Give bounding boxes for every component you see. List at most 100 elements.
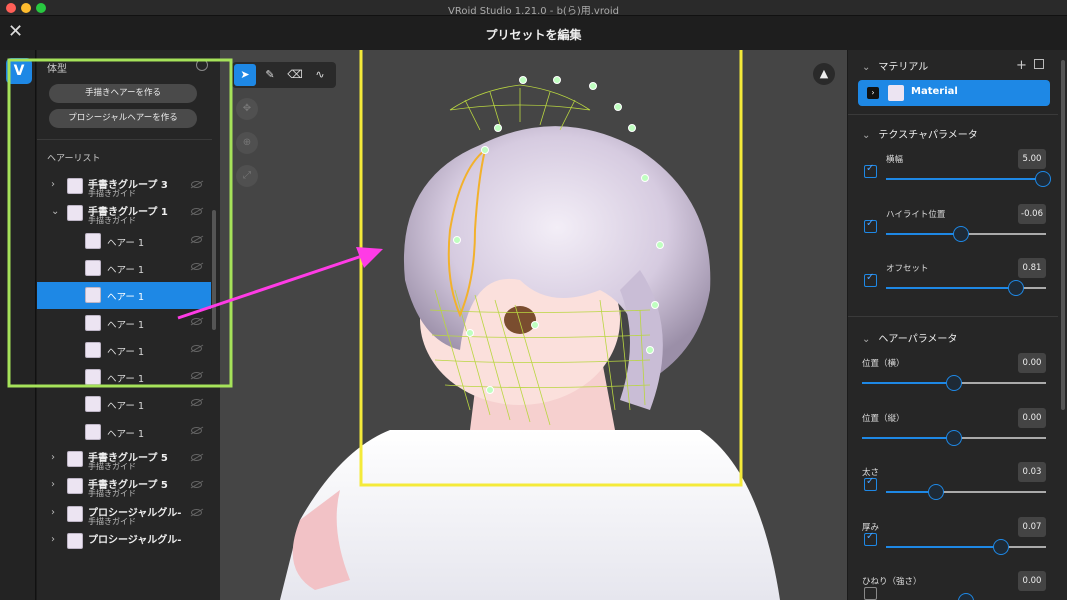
hair-group-row[interactable]: › 手書きグループ 3 手描きガイド: [37, 173, 211, 200]
param-value-field[interactable]: 0.03: [1018, 462, 1046, 482]
hair-section-header[interactable]: ⌄ ヘアーパラメータ: [862, 330, 957, 345]
visibility-icon[interactable]: [191, 481, 202, 489]
vroid-logo-icon[interactable]: V: [6, 58, 32, 84]
visibility-icon[interactable]: [191, 317, 202, 325]
param-value-field[interactable]: 0.07: [1018, 516, 1046, 537]
color-swatch: [67, 178, 83, 194]
visibility-icon[interactable]: [191, 454, 202, 461]
color-swatch: [85, 369, 101, 386]
hair-row[interactable]: ヘアー 1: [37, 419, 211, 446]
slider-knob[interactable]: [946, 429, 962, 446]
curve-tool-icon[interactable]: ∿: [309, 64, 331, 86]
param-value-field[interactable]: 0.81: [1018, 258, 1046, 278]
visibility-icon[interactable]: [191, 181, 202, 188]
visibility-icon[interactable]: [191, 399, 202, 407]
visibility-icon[interactable]: [191, 508, 202, 516]
slider-knob[interactable]: [1007, 280, 1024, 296]
zoom-icon[interactable]: ⊕: [236, 132, 258, 154]
param-slider[interactable]: [886, 484, 1046, 500]
hair-group-row[interactable]: › プロシージャルグル-: [37, 528, 211, 555]
param-value-field[interactable]: 0.00: [1018, 353, 1046, 373]
chevron-down-icon[interactable]: ⌄: [51, 206, 59, 217]
color-swatch: [85, 341, 101, 358]
param-slider[interactable]: [862, 375, 1046, 391]
slider-knob[interactable]: [946, 375, 962, 391]
param-value-field[interactable]: 0.00: [1018, 407, 1046, 428]
param-slider[interactable]: [862, 429, 1046, 446]
param-value-field[interactable]: -0.06: [1018, 203, 1046, 224]
create-procedural-hair-button[interactable]: プロシージャルヘアーを作る: [49, 109, 197, 128]
scrollbar[interactable]: [212, 210, 216, 330]
divider: [848, 316, 1058, 317]
color-swatch: [67, 451, 83, 467]
material-item[interactable]: › Material: [858, 80, 1050, 106]
param-label: ひねり（強さ）: [862, 577, 922, 587]
hair-group-row[interactable]: ⌄ 手書きグループ 1 手描きガイド: [37, 200, 211, 227]
param-value-field[interactable]: 0.00: [1018, 571, 1046, 591]
hair-row[interactable]: ヘアー 1: [37, 310, 211, 337]
visibility-icon[interactable]: [191, 235, 202, 243]
group-subtitle: 手描きガイド: [88, 216, 136, 226]
chevron-right-icon[interactable]: ›: [51, 534, 55, 545]
hair-name: ヘアー 1: [107, 237, 144, 249]
hair-row[interactable]: ヘアー 1: [37, 282, 211, 310]
hair-row[interactable]: ヘアー 1: [37, 337, 211, 364]
param-checkbox[interactable]: [864, 531, 877, 546]
create-handdrawn-hair-button[interactable]: 手描きヘアーを作る: [49, 84, 197, 103]
select-tool-icon[interactable]: ➤: [234, 64, 256, 86]
param-label: 横幅: [886, 155, 904, 165]
param-slider[interactable]: [886, 280, 1046, 296]
visibility-icon[interactable]: [191, 372, 202, 380]
hair-row[interactable]: ヘアー 1: [37, 255, 211, 282]
slider-fill: [886, 287, 1016, 289]
settings-icon[interactable]: [196, 59, 208, 71]
param-slider[interactable]: [886, 171, 1051, 187]
hair-row[interactable]: ヘアー 1: [37, 228, 211, 255]
panel-header: 体型: [47, 64, 67, 75]
param-slider[interactable]: [886, 538, 1046, 555]
param-checkbox[interactable]: [864, 163, 877, 178]
group-subtitle: 手描きガイド: [88, 462, 136, 471]
material-section-header[interactable]: ⌄ マテリアル: [862, 58, 928, 73]
hair-list-panel: 体型 手描きヘアーを作る プロシージャルヘアーを作る ヘアーリスト › 手書きグル…: [37, 50, 220, 600]
hair-group-row[interactable]: › 手書きグループ 5 手描きガイド: [37, 446, 211, 473]
visibility-icon[interactable]: [191, 344, 202, 352]
slider-knob[interactable]: [927, 484, 944, 500]
scrollbar[interactable]: [1061, 60, 1065, 410]
visibility-icon[interactable]: [191, 208, 202, 216]
param-checkbox[interactable]: [864, 587, 877, 600]
eraser-tool-icon[interactable]: ⌫: [284, 64, 306, 86]
color-swatch: [67, 478, 83, 495]
chevron-right-icon[interactable]: ›: [51, 179, 55, 190]
copy-icon[interactable]: [1034, 59, 1044, 69]
slider-knob[interactable]: [1034, 171, 1051, 187]
slider-knob[interactable]: [993, 538, 1010, 555]
chevron-right-icon[interactable]: ›: [51, 479, 55, 490]
hair-group-row[interactable]: › 手書きグループ 5 手描きガイド: [37, 473, 211, 500]
group-subtitle: 手描きガイド: [88, 489, 136, 499]
texture-section-header[interactable]: ⌄ テクスチャパラメータ: [862, 126, 978, 141]
chevron-right-icon[interactable]: ›: [867, 87, 879, 99]
slider-knob[interactable]: [958, 593, 974, 600]
hair-name: ヘアー 1: [107, 428, 144, 440]
chevron-right-icon[interactable]: ›: [51, 507, 55, 518]
add-icon[interactable]: +: [1016, 58, 1027, 73]
move-icon[interactable]: ✥: [236, 98, 258, 120]
visibility-icon[interactable]: [191, 262, 202, 270]
perspective-icon[interactable]: ▲: [813, 63, 835, 85]
param-value-field[interactable]: 5.00: [1018, 149, 1046, 169]
editor-topbar: ✕ プリセットを編集: [0, 16, 1067, 50]
param-checkbox[interactable]: [864, 272, 877, 287]
hair-row[interactable]: ヘアー 1: [37, 364, 211, 391]
param-checkbox[interactable]: [864, 476, 877, 491]
hair-group-row[interactable]: › プロシージャルグル- 手描きガイド: [37, 501, 211, 528]
fit-icon[interactable]: ⤢: [236, 165, 258, 187]
hair-row[interactable]: ヘアー 1: [37, 391, 211, 418]
3d-viewport[interactable]: ➤ ✎ ⌫ ∿ ✥ ⊕ ⤢ ▲: [220, 50, 847, 600]
param-slider[interactable]: [886, 225, 1046, 242]
visibility-icon[interactable]: [191, 426, 202, 434]
param-checkbox[interactable]: [864, 218, 877, 233]
slider-knob[interactable]: [953, 225, 970, 242]
pen-tool-icon[interactable]: ✎: [259, 64, 281, 86]
chevron-right-icon[interactable]: ›: [51, 452, 55, 463]
